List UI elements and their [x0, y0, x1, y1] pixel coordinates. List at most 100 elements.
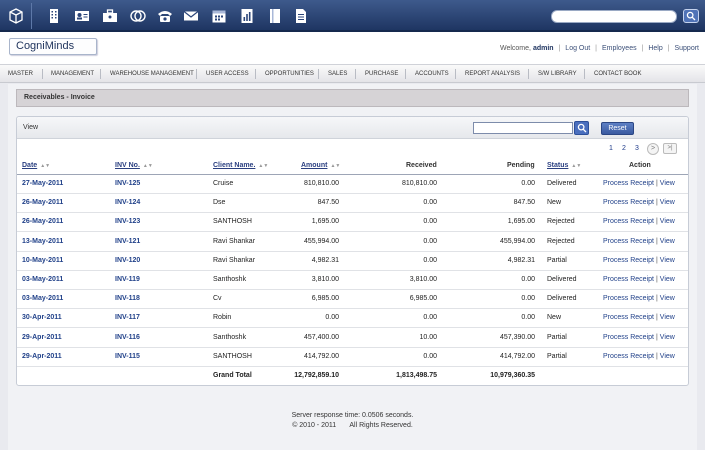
- row-actions: Process Receipt | View: [603, 309, 675, 327]
- view-link[interactable]: View: [660, 257, 675, 264]
- invoice-date-link[interactable]: 10-May-2011: [22, 252, 63, 270]
- invoice-number-link[interactable]: INV-118: [115, 290, 140, 308]
- invoice-date-link[interactable]: 29-Apr-2011: [22, 329, 62, 347]
- process-receipt-link[interactable]: Process Receipt: [603, 218, 654, 225]
- process-receipt-link[interactable]: Process Receipt: [603, 180, 654, 187]
- invoice-date-link[interactable]: 30-Apr-2011: [22, 309, 62, 327]
- menu-sales[interactable]: SALES: [328, 65, 347, 83]
- logo[interactable]: CogniMinds: [9, 38, 97, 55]
- received: 6,985.00: [409, 295, 437, 303]
- box-icon[interactable]: [6, 6, 26, 26]
- invoice-number-link[interactable]: INV-119: [115, 271, 140, 289]
- contacts-icon[interactable]: [72, 6, 92, 26]
- menu-contact-book[interactable]: CONTACT BOOK: [594, 65, 641, 83]
- col-client-header[interactable]: Client Name. ▲▼: [213, 160, 268, 172]
- invoice-date-link[interactable]: 26-May-2011: [22, 194, 63, 212]
- panel-title: View: [23, 124, 39, 131]
- received: 0.00: [423, 199, 437, 207]
- invoice-number-link[interactable]: INV-121: [115, 233, 140, 251]
- received: 10.00: [419, 333, 437, 341]
- row-actions: Process Receipt | View: [603, 290, 675, 308]
- amount: 1,695.00: [311, 218, 339, 226]
- help-link[interactable]: Help: [648, 45, 662, 52]
- process-receipt-link[interactable]: Process Receipt: [603, 353, 654, 360]
- status: Partial: [547, 333, 567, 341]
- invoice-search-button[interactable]: [574, 121, 589, 135]
- col-amount-header[interactable]: Amount ▲▼: [301, 160, 340, 172]
- top-search-button[interactable]: [683, 9, 699, 23]
- book-icon[interactable]: [265, 6, 285, 26]
- view-link[interactable]: View: [660, 295, 675, 302]
- process-receipt-link[interactable]: Process Receipt: [603, 238, 654, 245]
- process-receipt-link[interactable]: Process Receipt: [603, 257, 654, 264]
- menu-purchase[interactable]: PURCHASE: [365, 65, 398, 83]
- invoice-number-link[interactable]: INV-124: [115, 194, 140, 212]
- page-3[interactable]: 3: [635, 143, 639, 155]
- invoice-date-link[interactable]: 03-May-2011: [22, 271, 63, 289]
- amount: 414,792.00: [303, 352, 339, 360]
- received: 3,810.00: [409, 276, 437, 283]
- copyright: © 2010 - 2011 All Rights Reserved.: [292, 422, 413, 429]
- view-link[interactable]: View: [660, 353, 675, 360]
- status: Rejected: [547, 218, 575, 226]
- support-link[interactable]: Support: [674, 45, 699, 52]
- phone-icon[interactable]: [155, 6, 175, 26]
- menu-sw-library[interactable]: S/W LIBRARY: [538, 65, 577, 83]
- building-icon[interactable]: [44, 6, 64, 26]
- col-date-header[interactable]: Date ▲▼: [22, 160, 50, 172]
- view-link[interactable]: View: [660, 180, 675, 187]
- document-icon[interactable]: [291, 6, 311, 26]
- process-receipt-link[interactable]: Process Receipt: [603, 334, 654, 341]
- process-receipt-link[interactable]: Process Receipt: [603, 199, 654, 206]
- process-receipt-link[interactable]: Process Receipt: [603, 276, 654, 283]
- invoice-date-link[interactable]: 27-May-2011: [22, 175, 63, 193]
- invoice-number-link[interactable]: INV-125: [115, 175, 140, 193]
- received: 0.00: [423, 314, 437, 322]
- invoice-number-link[interactable]: INV-117: [115, 309, 140, 327]
- mail-icon[interactable]: [181, 6, 201, 26]
- pending: 847.50: [513, 199, 535, 207]
- col-received-header: Received: [406, 162, 437, 169]
- menu-accounts[interactable]: ACCOUNTS: [415, 65, 449, 83]
- view-link[interactable]: View: [660, 314, 675, 321]
- briefcase-icon[interactable]: [100, 6, 120, 26]
- status: Delivered: [547, 276, 577, 283]
- pending: 4,982.31: [507, 256, 535, 264]
- invoice-date-link[interactable]: 13-May-2011: [22, 233, 63, 251]
- last-page-button[interactable]: >|: [663, 143, 677, 154]
- view-link[interactable]: View: [660, 218, 675, 225]
- invoice-date-link[interactable]: 03-May-2011: [22, 290, 63, 308]
- employees-link[interactable]: Employees: [602, 45, 637, 52]
- page-1[interactable]: 1: [609, 143, 613, 155]
- page-2[interactable]: 2: [622, 143, 626, 155]
- invoice-number-link[interactable]: INV-120: [115, 252, 140, 270]
- coins-icon[interactable]: [128, 6, 148, 26]
- view-link[interactable]: View: [660, 334, 675, 341]
- process-receipt-link[interactable]: Process Receipt: [603, 314, 654, 321]
- invoice-date-link[interactable]: 29-Apr-2011: [22, 348, 62, 366]
- menu-master[interactable]: MASTER: [8, 65, 33, 83]
- top-search-input[interactable]: [551, 10, 677, 23]
- reset-button[interactable]: Reset: [601, 122, 634, 135]
- view-link[interactable]: View: [660, 238, 675, 245]
- next-page-button[interactable]: >: [647, 143, 659, 155]
- invoice-date-link[interactable]: 26-May-2011: [22, 213, 63, 231]
- invoice-search-input[interactable]: [473, 122, 573, 134]
- invoice-number-link[interactable]: INV-115: [115, 348, 140, 366]
- calendar-icon[interactable]: [209, 6, 229, 26]
- menu-opportunities[interactable]: OPPORTUNITIES: [265, 65, 314, 83]
- menu-warehouse-management[interactable]: WAREHOUSE MANAGEMENT: [110, 65, 194, 83]
- menu-report-analysis[interactable]: REPORT ANALYSIS: [465, 65, 520, 83]
- menu-user-access[interactable]: USER ACCESS: [206, 65, 249, 83]
- process-receipt-link[interactable]: Process Receipt: [603, 295, 654, 302]
- invoice-number-link[interactable]: INV-116: [115, 329, 140, 347]
- menu-management[interactable]: MANAGEMENT: [51, 65, 94, 83]
- invoice-number-link[interactable]: INV-123: [115, 213, 140, 231]
- report-icon[interactable]: [237, 6, 257, 26]
- logout-link[interactable]: Log Out: [565, 45, 590, 52]
- view-link[interactable]: View: [660, 199, 675, 206]
- col-inv-header[interactable]: INV No. ▲▼: [115, 160, 153, 172]
- view-link[interactable]: View: [660, 276, 675, 283]
- pending: 455,994.00: [499, 237, 535, 245]
- col-status-header[interactable]: Status ▲▼: [547, 160, 581, 172]
